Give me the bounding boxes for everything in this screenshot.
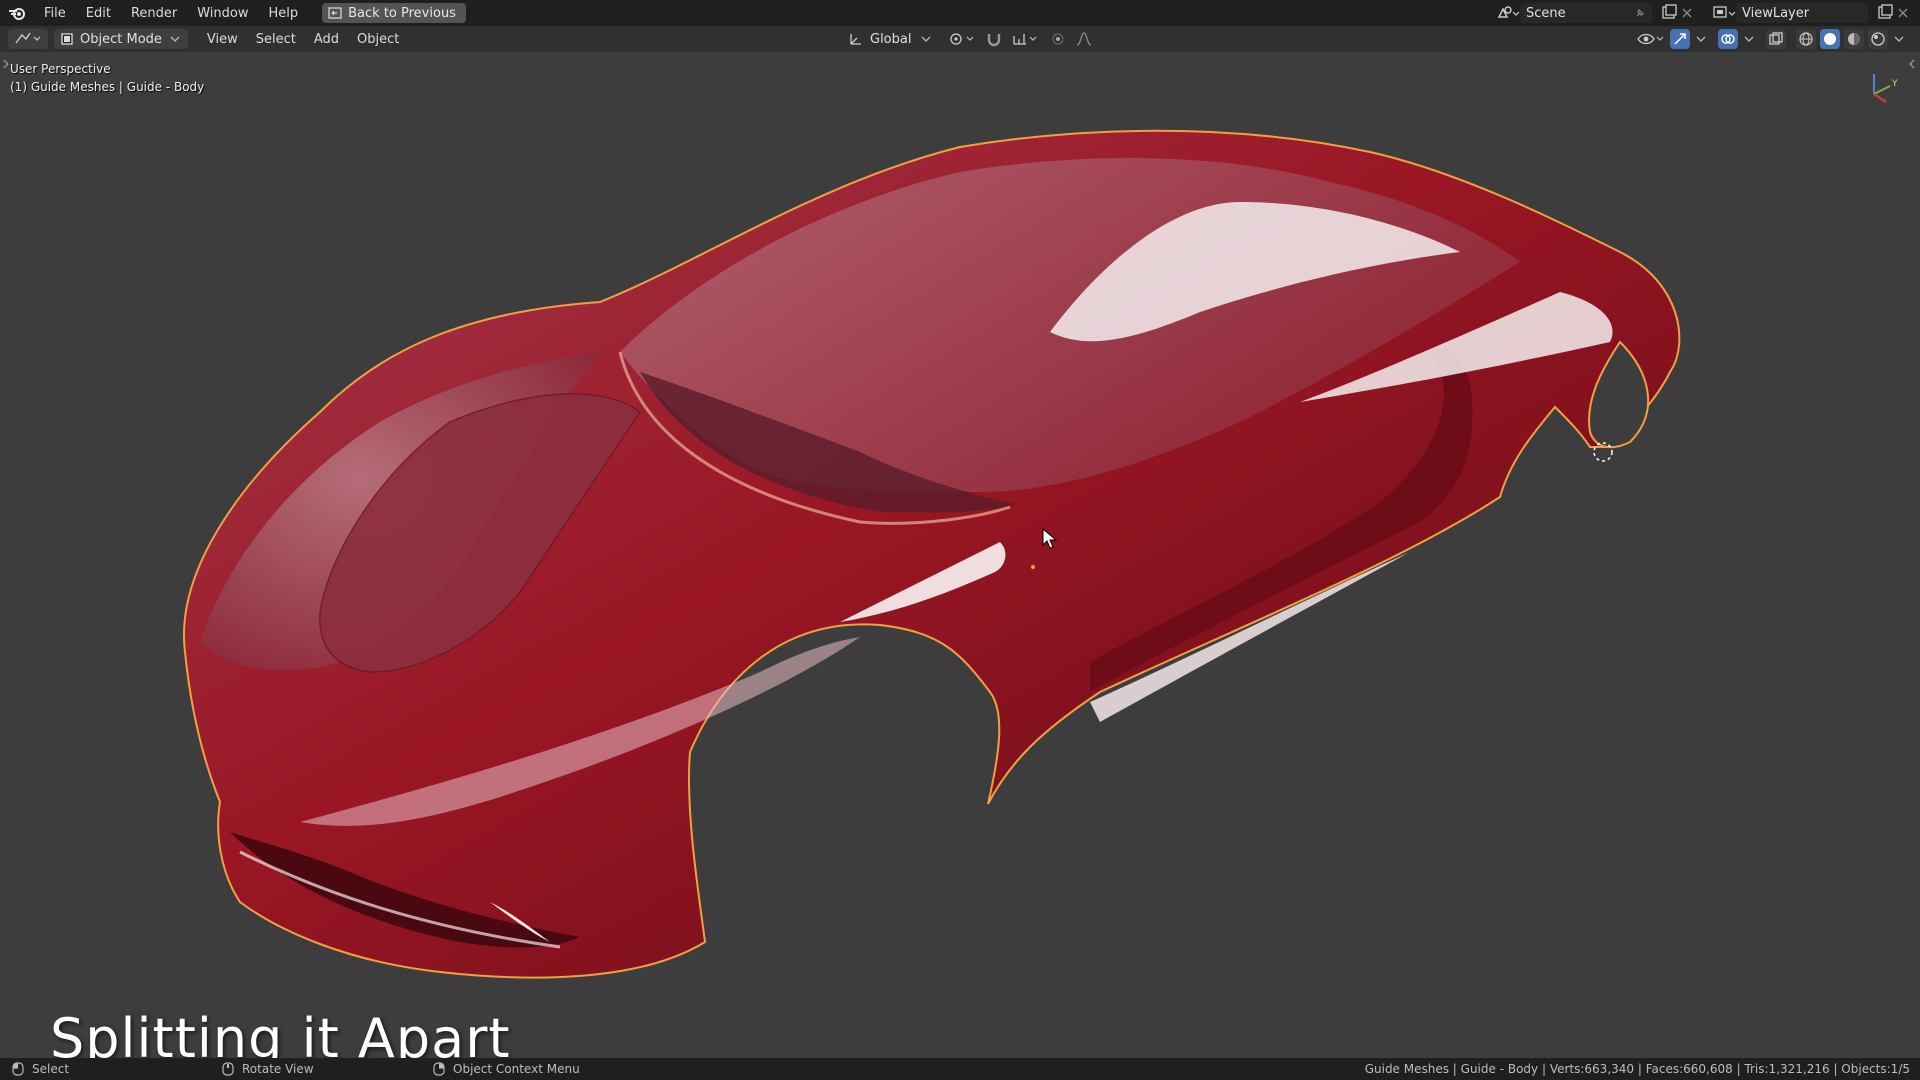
chevron-down-icon[interactable]	[1892, 34, 1906, 44]
scene-name: Scene	[1526, 5, 1566, 21]
menu-window[interactable]: Window	[187, 6, 258, 21]
object-origin-dot	[1031, 565, 1035, 569]
status-context-label: Object Context Menu	[453, 1062, 580, 1076]
menu-render[interactable]: Render	[121, 6, 187, 21]
object-mode-dropdown[interactable]: Object Mode	[54, 29, 188, 49]
back-to-previous-button[interactable]: Back to Previous	[322, 3, 466, 23]
scene-selector[interactable]: Scene	[1520, 3, 1652, 23]
pin-icon[interactable]	[1634, 7, 1646, 19]
chevron-down-icon	[922, 36, 931, 42]
new-scene-icon[interactable]	[1660, 4, 1678, 22]
menu-select[interactable]: Select	[247, 32, 305, 47]
shading-material-button[interactable]	[1844, 29, 1864, 49]
gizmo-toggle-button[interactable]	[1670, 29, 1690, 49]
mouse-middle-click-icon	[222, 1062, 234, 1076]
shading-solid-button[interactable]	[1820, 29, 1840, 49]
mouse-cursor-icon	[1042, 528, 1058, 549]
solid-sphere-icon	[1824, 33, 1836, 45]
new-view-layer-icon[interactable]	[1876, 4, 1894, 22]
status-select-hint: Select	[12, 1062, 69, 1076]
3d-viewport[interactable]: User Perspective (1) Guide Meshes | Guid…	[0, 52, 1920, 1070]
shading-wireframe-button[interactable]	[1796, 29, 1816, 49]
view-layer-selector[interactable]: ViewLayer	[1736, 3, 1868, 23]
object-mode-label: Object Mode	[80, 31, 162, 47]
back-button-label: Back to Previous	[348, 5, 456, 21]
material-sphere-icon	[1848, 33, 1860, 45]
status-select-label: Select	[32, 1062, 70, 1076]
menu-object[interactable]: Object	[348, 32, 408, 47]
shading-rendered-button[interactable]	[1868, 29, 1888, 49]
viewport-header: Object Mode View Select Add Object Globa…	[0, 26, 1920, 52]
menu-view[interactable]: View	[198, 32, 247, 47]
gizmo-icon	[1674, 33, 1686, 45]
object-mode-icon	[61, 33, 73, 45]
chevron-down-icon[interactable]	[1742, 34, 1756, 44]
snap-increment-icon[interactable]	[1011, 30, 1041, 48]
xray-icon	[1769, 32, 1783, 45]
menu-help[interactable]: Help	[259, 6, 309, 21]
falloff-curve-icon[interactable]	[1075, 30, 1093, 48]
mouse-left-click-icon	[12, 1062, 24, 1076]
3d-viewport-editor-icon	[15, 32, 41, 44]
editor-type-dropdown[interactable]	[8, 29, 48, 49]
rendered-sphere-icon	[1871, 32, 1885, 46]
overlays-toggle-button[interactable]	[1718, 29, 1738, 49]
xray-toggle-button[interactable]	[1766, 29, 1786, 49]
view-layer-icon[interactable]	[1710, 3, 1736, 23]
delete-scene-icon[interactable]	[1678, 4, 1696, 22]
status-rotate-label: Rotate View	[242, 1062, 314, 1076]
scene-statistics: Guide Meshes | Guide - Body | Verts:663,…	[1364, 1062, 1910, 1076]
menu-file[interactable]: File	[34, 6, 76, 21]
snap-magnet-icon[interactable]	[985, 30, 1003, 48]
orientation-axes-icon	[850, 34, 861, 45]
transform-orientation-dropdown[interactable]: Global	[842, 29, 940, 49]
menu-edit[interactable]: Edit	[76, 6, 121, 21]
overlays-icon	[1721, 34, 1735, 44]
car-body-mesh[interactable]	[0, 52, 1920, 1058]
top-bar: File Edit Render Window Help Back to Pre…	[0, 0, 1920, 26]
screen-back-icon	[328, 7, 342, 19]
pivot-point-icon[interactable]	[947, 30, 977, 48]
object-visibility-icon[interactable]	[1636, 30, 1666, 48]
blender-logo-icon[interactable]	[0, 0, 34, 26]
menu-add[interactable]: Add	[305, 32, 348, 47]
status-rotate-hint: Rotate View	[222, 1062, 314, 1076]
chevron-down-icon[interactable]	[1694, 34, 1708, 44]
mouse-right-click-icon	[433, 1062, 445, 1076]
scene-icon[interactable]	[1494, 3, 1520, 23]
wireframe-sphere-icon	[1799, 32, 1813, 46]
proportional-editing-icon[interactable]	[1049, 30, 1067, 48]
status-context-hint: Object Context Menu	[433, 1062, 580, 1076]
orientation-label: Global	[870, 31, 912, 47]
view-layer-name: ViewLayer	[1742, 5, 1810, 21]
delete-view-layer-icon[interactable]	[1894, 4, 1912, 22]
status-bar: Select Rotate View Object Context Menu G…	[0, 1058, 1920, 1080]
chevron-down-icon	[170, 36, 180, 42]
